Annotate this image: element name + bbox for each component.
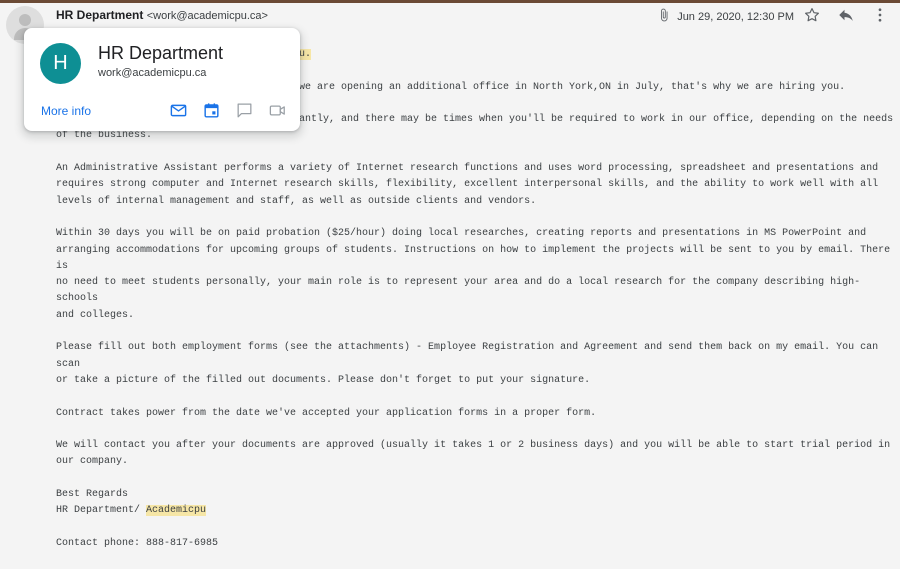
paperclip-icon [657, 8, 671, 25]
chat-icon[interactable] [235, 101, 254, 120]
contact-email: work@academicpu.ca [98, 67, 207, 79]
body-paragraph-2: An Administrative Assistant performs a v… [56, 163, 879, 207]
closing-text: Best Regards [56, 489, 129, 501]
body-highlight: u. [299, 49, 312, 60]
contact-hover-card: H HR Department work@academicpu.ca More … [24, 28, 300, 131]
email-meta: Jun 29, 2020, 12:30 PM [657, 8, 794, 25]
body-paragraph-4: Please fill out both employment forms (s… [56, 342, 879, 386]
email-date: Jun 29, 2020, 12:30 PM [677, 10, 794, 23]
email-actions [802, 5, 890, 25]
contact-name: HR Department [98, 43, 224, 63]
body-signature: Best Regards HR Department/ Academicpu [56, 487, 896, 520]
signature-highlight: Academicpu [146, 505, 207, 517]
signature-prefix: HR Department/ [56, 505, 147, 517]
star-icon[interactable] [802, 5, 822, 25]
mail-icon[interactable] [169, 101, 188, 120]
reply-icon[interactable] [836, 5, 856, 25]
body-contact: Contact phone: 888-817-6985 [56, 537, 219, 549]
avatar-head-shape [19, 14, 31, 26]
body-paragraph-6: We will contact you after your documents… [56, 440, 891, 468]
body-paragraph-5: Contract takes power from the date we've… [56, 407, 597, 419]
sender-name[interactable]: HR Department [56, 8, 143, 22]
contact-avatar: H [40, 43, 81, 84]
sender-address: <work@academicpu.ca> [146, 10, 268, 22]
contact-actions [169, 101, 287, 120]
calendar-icon[interactable] [202, 101, 221, 120]
video-icon[interactable] [268, 101, 287, 120]
body-paragraph-3: Within 30 days you will be on paid proba… [56, 228, 891, 321]
more-vert-icon[interactable] [870, 5, 890, 25]
more-info-link[interactable]: More info [41, 104, 91, 118]
window-top-strip [0, 0, 900, 3]
sender-line: HR Department <work@academicpu.ca> [56, 8, 268, 22]
